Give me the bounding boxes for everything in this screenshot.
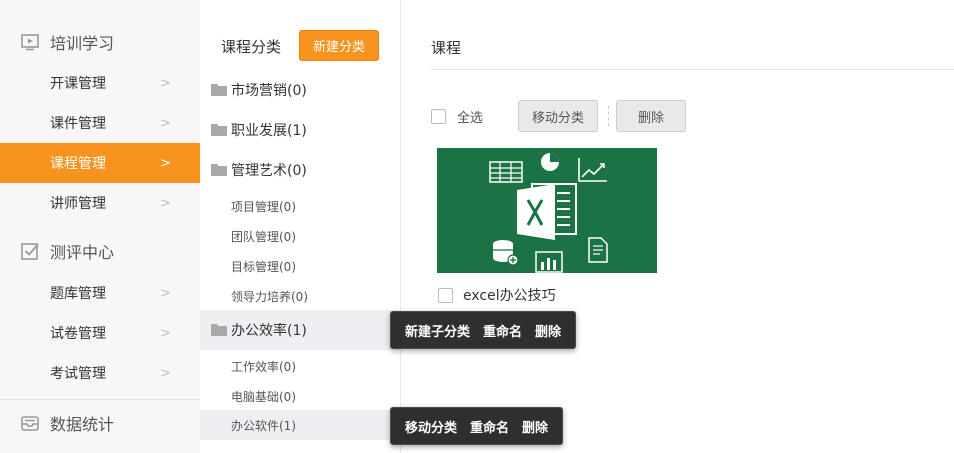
category-panel: 课程分类 新建分类 市场营销(0) 职业发展(1) 管理艺术(0) 项目管理(0… [200, 0, 401, 453]
subcategory-item[interactable]: 团队管理(0) [200, 221, 400, 251]
course-checkbox[interactable] [438, 288, 453, 303]
category-label: 职业发展(1) [231, 123, 307, 139]
sidebar-item-label: 试卷管理 [50, 326, 106, 342]
category-item-hovered[interactable]: 办公效率(1) [200, 310, 400, 350]
rename-action[interactable]: 重命名 [483, 321, 522, 340]
subcategory-label: 办公软件(1) [231, 418, 296, 433]
category-label: 办公效率(1) [231, 323, 307, 339]
category-item[interactable]: 市场营销(0) [200, 75, 400, 105]
nav-divider [0, 399, 200, 400]
move-category-action[interactable]: 移动分类 [405, 417, 457, 436]
nav-section-assessment[interactable]: 测评中心 [0, 231, 200, 271]
excel-icon [489, 153, 608, 273]
sidebar-item-paper[interactable]: 试卷管理 > [0, 313, 200, 353]
nav-section-label: 培训学习 [50, 34, 115, 53]
subcategory-action-tooltip: 移动分类 重命名 删除 [390, 407, 564, 445]
chevron-right-icon: > [160, 75, 171, 91]
nav-section-label: 测评中心 [50, 243, 115, 262]
subcategory-label: 项目管理(0) [231, 199, 296, 214]
subcategory-item[interactable]: 领导力培养(0) [200, 281, 400, 311]
sidebar-item-course-management[interactable]: 课程管理 > [0, 143, 200, 183]
title-divider [431, 69, 954, 70]
play-screen-icon [21, 34, 39, 51]
folder-icon [211, 84, 227, 96]
category-item[interactable]: 管理艺术(0) [200, 155, 400, 185]
nav-section-statistics[interactable]: 数据统计 [0, 403, 200, 443]
sidebar-item-label: 讲师管理 [50, 196, 106, 212]
category-label: 管理艺术(0) [231, 163, 307, 179]
delete-action[interactable]: 删除 [522, 417, 548, 436]
chevron-right-icon: > [160, 365, 171, 381]
subcategory-item[interactable]: 目标管理(0) [200, 251, 400, 281]
sidebar-item-label: 开课管理 [50, 76, 106, 92]
page-title: 课程 [431, 39, 462, 57]
nav-section-training[interactable]: 培训学习 [0, 22, 200, 62]
sidebar-nav: 培训学习 开课管理 > 课件管理 > 课程管理 > 讲师管理 > 测评中心 题库… [0, 0, 200, 453]
subcategory-label: 目标管理(0) [231, 259, 296, 274]
subcategory-item[interactable]: 项目管理(0) [200, 191, 400, 221]
subcategory-item-hovered[interactable]: 办公软件(1) [200, 410, 400, 440]
main-content: 课程 全选 移动分类 删除 excel办公技巧 [401, 0, 954, 453]
chevron-right-icon: > [160, 115, 171, 131]
select-all-checkbox[interactable] [431, 109, 446, 124]
sidebar-item-lecturer[interactable]: 讲师管理 > [0, 183, 200, 223]
sidebar-item-courseware[interactable]: 课件管理 > [0, 103, 200, 143]
toolbar-separator [608, 106, 609, 126]
sidebar-item-label: 课件管理 [50, 116, 106, 132]
subcategory-item[interactable]: 电脑基础(0) [200, 381, 400, 411]
sidebar-item-label: 题库管理 [50, 286, 106, 302]
select-all-label: 全选 [457, 111, 484, 126]
delete-action[interactable]: 删除 [535, 321, 561, 340]
app-root: 培训学习 开课管理 > 课件管理 > 课程管理 > 讲师管理 > 测评中心 题库… [0, 0, 954, 453]
category-panel-title: 课程分类 [221, 38, 282, 56]
folder-icon [211, 124, 227, 136]
course-name[interactable]: excel办公技巧 [463, 285, 556, 305]
subcategory-label: 团队管理(0) [231, 229, 296, 244]
delete-button[interactable]: 删除 [616, 100, 686, 132]
checkbox-icon [21, 243, 39, 260]
rename-action[interactable]: 重命名 [470, 417, 509, 436]
category-action-tooltip: 新建子分类 重命名 删除 [390, 311, 577, 349]
chevron-right-icon: > [160, 155, 171, 171]
sidebar-item-label: 考试管理 [50, 366, 106, 382]
course-thumbnail[interactable] [437, 148, 657, 273]
subcategory-item[interactable]: 工作效率(0) [200, 351, 400, 381]
sidebar-item-label: 课程管理 [50, 156, 106, 172]
move-category-button[interactable]: 移动分类 [518, 100, 598, 132]
folder-icon [211, 324, 227, 336]
chevron-right-icon: > [160, 325, 171, 341]
new-subcategory-action[interactable]: 新建子分类 [405, 321, 470, 340]
subcategory-label: 电脑基础(0) [231, 389, 296, 404]
sidebar-item-open-course[interactable]: 开课管理 > [0, 63, 200, 103]
subcategory-label: 工作效率(0) [231, 359, 296, 374]
new-category-button[interactable]: 新建分类 [299, 30, 379, 61]
folder-icon [211, 164, 227, 176]
chevron-right-icon: > [160, 285, 171, 301]
sidebar-item-exam[interactable]: 考试管理 > [0, 353, 200, 393]
chevron-right-icon: > [160, 195, 171, 211]
nav-section-label: 数据统计 [50, 415, 115, 434]
category-label: 市场营销(0) [231, 83, 307, 99]
sidebar-item-question-bank[interactable]: 题库管理 > [0, 273, 200, 313]
inbox-tray-icon [21, 416, 39, 431]
category-item[interactable]: 职业发展(1) [200, 115, 400, 145]
subcategory-label: 领导力培养(0) [231, 289, 308, 304]
